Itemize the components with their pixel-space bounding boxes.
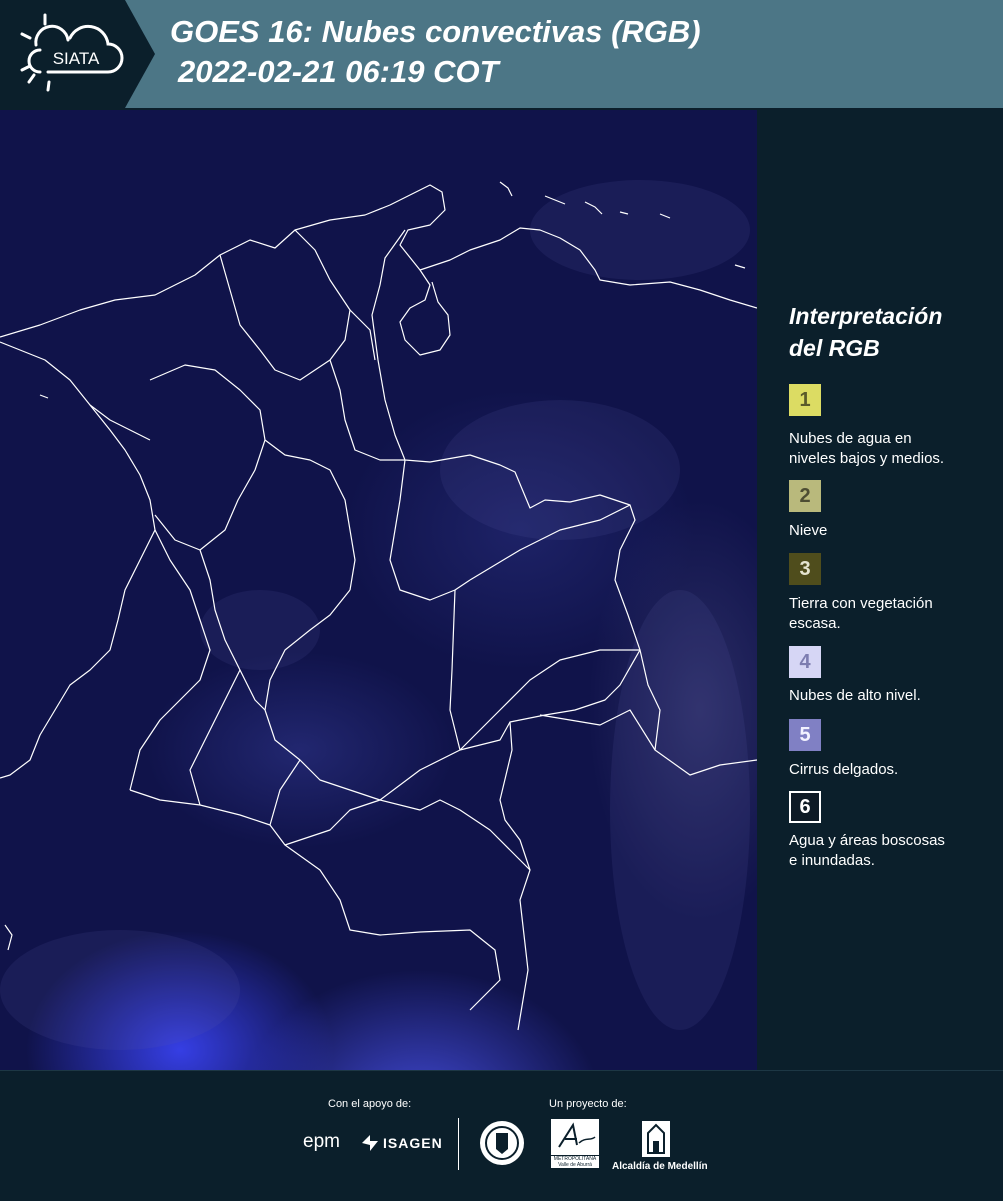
legend-item-2: Nieve (789, 521, 989, 541)
legend-item-4: Nubes de alto nivel. (789, 686, 989, 706)
legend-item-3: Tierra con vegetación escasa. (789, 594, 989, 634)
partner-alcaldia-label: Alcaldía de Medellín (612, 1161, 708, 1172)
legend-title-line2: del RGB (789, 335, 880, 361)
satellite-map (0, 110, 757, 1070)
legend-item-text: Nieve (789, 522, 828, 539)
legend-item-text: Cirrus delgados. (789, 761, 899, 778)
legend-swatch-6: 6 (789, 791, 821, 823)
footer-divider (458, 1118, 459, 1170)
legend-swatch-number: 2 (799, 484, 811, 507)
legend-item-text: Nubes de alto nivel. (789, 687, 921, 704)
logo-text: SIATA (53, 49, 100, 68)
legend-item-text: escasa. (789, 615, 841, 632)
legend-item-text: Tierra con vegetación (789, 595, 933, 612)
legend-item-text: niveles bajos y medios. (789, 450, 945, 467)
legend-swatch-1: 1 (789, 384, 821, 416)
legend-item-6: Agua y áreas boscosas e inundadas. (789, 831, 989, 871)
partner-area-line2: Valle de Aburrá (558, 1162, 592, 1168)
page-title: GOES 16: Nubes convectivas (RGB) (170, 14, 701, 49)
legend-item-text: Agua y áreas boscosas (789, 832, 945, 849)
page-subtitle-timestamp: 2022-02-21 06:19 COT (178, 54, 499, 89)
legend-item-5: Cirrus delgados. (789, 760, 989, 780)
building-icon (642, 1121, 670, 1157)
cloud-texture (0, 180, 750, 1050)
legend-item-text: Nubes de agua en (789, 430, 912, 447)
area-logo-icon (551, 1119, 599, 1155)
project-label: Un proyecto de: (549, 1098, 627, 1110)
legend-swatch-number: 3 (799, 557, 811, 580)
legend-title-line1: Interpretación (789, 303, 943, 329)
legend-swatch-4: 4 (789, 646, 821, 678)
seal-icon (480, 1121, 524, 1165)
legend-item-1: Nubes de agua en niveles bajos y medios. (789, 429, 989, 469)
legend-panel (757, 110, 1003, 1070)
legend-item-text: e inundadas. (789, 852, 875, 869)
header-bar: SIATA GOES 16: Nubes convectivas (RGB) 2… (0, 0, 1003, 108)
legend-swatch-number: 1 (799, 388, 811, 411)
sponsor-isagen-logo: ISAGEN (383, 1135, 443, 1151)
legend-swatch-5: 5 (789, 719, 821, 751)
support-label: Con el apoyo de: (328, 1098, 412, 1110)
legend-swatch-number: 4 (799, 650, 811, 673)
legend-title: Interpretación del RGB (789, 300, 989, 364)
legend-swatch-number: 6 (799, 795, 811, 818)
isagen-mark-icon (362, 1135, 378, 1151)
legend-swatch-number: 5 (799, 723, 811, 746)
footer: Con el apoyo de: Un proyecto de: epm ISA… (0, 1070, 1003, 1201)
legend-swatch-3: 3 (789, 553, 821, 585)
logo-block: SIATA (0, 0, 155, 108)
legend-swatch-2: 2 (789, 480, 821, 512)
sponsor-epm-logo: epm (303, 1131, 340, 1152)
partner-area-label: METROPOLITANA Valle de Aburrá (551, 1156, 599, 1168)
